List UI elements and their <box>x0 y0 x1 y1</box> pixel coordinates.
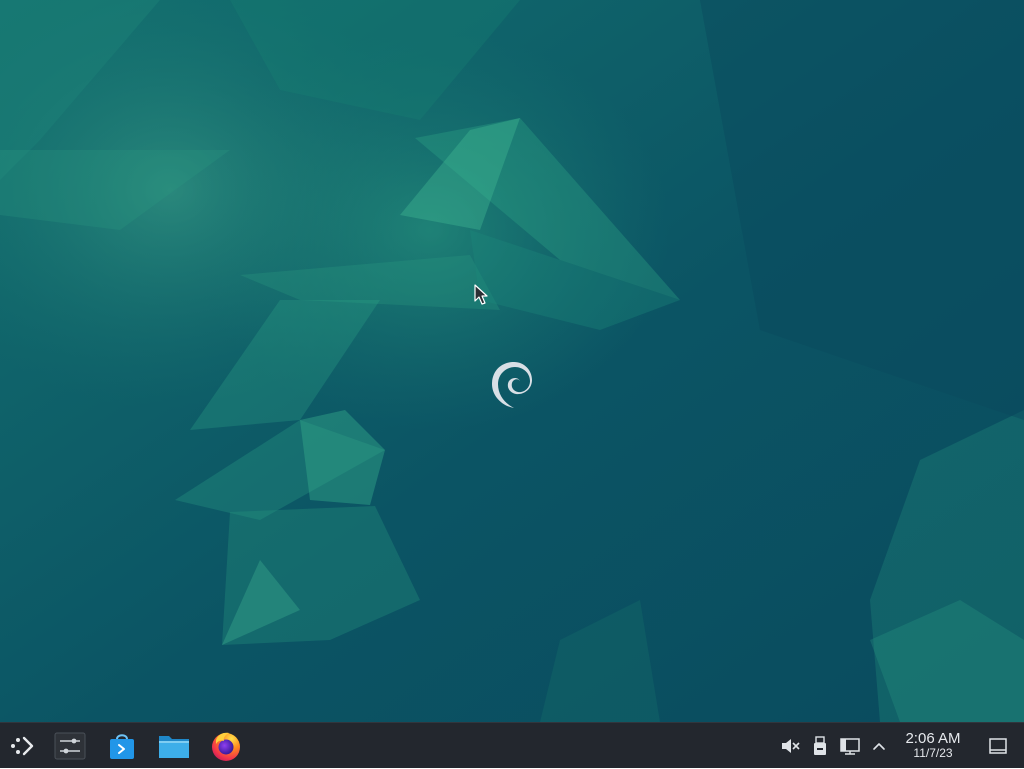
taskbar: 2:06 AM 11/7/23 <box>0 722 1024 768</box>
digital-clock[interactable]: 2:06 AM 11/7/23 <box>892 730 974 764</box>
application-launcher-button[interactable] <box>2 723 42 769</box>
clock-time: 2:06 AM <box>905 730 961 747</box>
task-discover[interactable] <box>100 723 144 769</box>
chevron-up-icon <box>873 743 885 750</box>
network-wired-icon <box>840 738 860 755</box>
show-desktop-button[interactable] <box>984 723 1012 769</box>
folder-icon <box>159 736 189 758</box>
show-desktop-icon <box>989 738 1007 754</box>
usb-drive-icon <box>814 736 826 755</box>
task-dolphin-files[interactable] <box>152 723 196 769</box>
task-system-settings[interactable] <box>48 723 92 769</box>
settings-sliders-icon <box>54 732 86 760</box>
tray-removable-storage[interactable] <box>809 735 831 757</box>
tray-expand[interactable] <box>868 735 890 757</box>
volume-muted-icon <box>782 739 800 753</box>
desktop[interactable] <box>0 0 1024 722</box>
debian-swirl-logo <box>492 362 532 408</box>
firefox-icon <box>212 732 240 761</box>
application-launcher-icon <box>11 736 34 756</box>
discover-store-icon <box>110 734 134 759</box>
tray-volume[interactable] <box>779 735 801 757</box>
clock-date: 11/7/23 <box>913 746 953 760</box>
mouse-cursor-icon <box>474 284 488 305</box>
tray-network[interactable] <box>839 735 861 757</box>
task-firefox[interactable] <box>204 723 248 769</box>
